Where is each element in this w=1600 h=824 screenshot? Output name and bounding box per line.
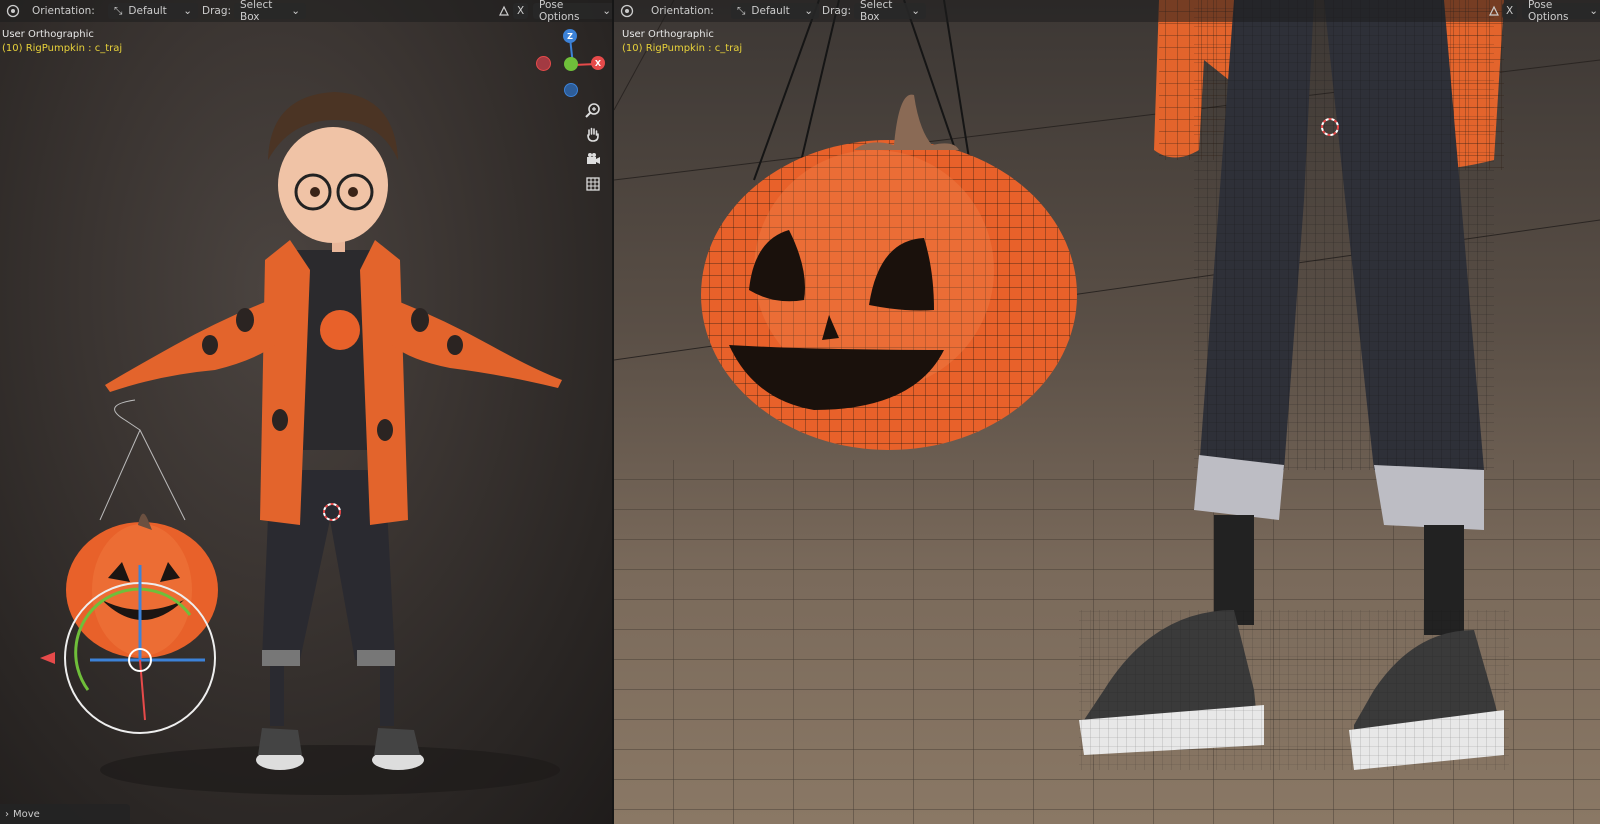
viewport-mode-text: User Orthographic bbox=[2, 29, 94, 40]
orientation-label: Orientation: bbox=[651, 5, 714, 17]
gizmo-y-axis[interactable] bbox=[564, 57, 578, 71]
gizmo-neg-x-axis[interactable] bbox=[536, 56, 551, 71]
chevron-down-icon: ⌄ bbox=[911, 5, 920, 17]
scene-left bbox=[40, 92, 562, 795]
chevron-down-icon: ⌄ bbox=[602, 5, 611, 17]
scene-right bbox=[614, 0, 1600, 824]
transform-orientation-icon: ⤡ bbox=[737, 4, 746, 17]
orientation-label: Orientation: bbox=[32, 5, 95, 17]
mirror-x-toggle[interactable]: X bbox=[1502, 3, 1518, 19]
chevron-right-icon: › bbox=[5, 808, 9, 820]
drag-label: Drag: bbox=[822, 5, 852, 17]
drag-label: Drag: bbox=[202, 5, 232, 17]
gizmo-z-axis[interactable]: Z bbox=[563, 29, 577, 43]
viewport-info: User Orthographic (10) RigPumpkin : c_tr… bbox=[2, 29, 122, 54]
grid-icon[interactable] bbox=[583, 174, 603, 194]
transform-orientation-icon: ⤡ bbox=[114, 4, 123, 17]
orientation-dropdown[interactable]: ⤡ Default ⌄ bbox=[731, 3, 819, 19]
orientation-dropdown[interactable]: ⤡ Default ⌄ bbox=[108, 3, 198, 19]
viewport-header: Orientation: ⤡ Default ⌄ Drag: Select Bo… bbox=[0, 0, 612, 23]
orientation-value: Default bbox=[751, 5, 790, 17]
pose-options-dropdown[interactable]: Pose Options ⌄ bbox=[533, 0, 612, 23]
drag-value: Select Box bbox=[240, 0, 273, 23]
gizmo-x-axis[interactable]: X bbox=[591, 56, 605, 70]
chevron-down-icon: ⌄ bbox=[1589, 5, 1598, 17]
viewport-header: Orientation: ⤡ Default ⌄ Drag: Select Bo… bbox=[614, 0, 1600, 23]
orientation-value: Default bbox=[128, 5, 167, 17]
chevron-down-icon: ⌄ bbox=[804, 5, 813, 17]
editor-type-icon[interactable] bbox=[620, 3, 634, 19]
zoom-icon[interactable] bbox=[583, 100, 603, 120]
hand-pan-icon[interactable] bbox=[583, 124, 603, 144]
pose-options-dropdown[interactable]: Pose Options ⌄ bbox=[1522, 0, 1600, 23]
viewport-info: User Orthographic (10) RigPumpkin : c_tr… bbox=[622, 29, 742, 54]
gizmo-neg-z-axis[interactable] bbox=[564, 83, 578, 97]
operator-panel[interactable]: › Move bbox=[0, 804, 130, 824]
pose-options-label: Pose Options bbox=[539, 0, 580, 23]
navigation-gizmo[interactable]: Z X bbox=[530, 28, 606, 100]
viewport-left[interactable]: Orientation: ⤡ Default ⌄ Drag: Select Bo… bbox=[0, 0, 612, 824]
drag-dropdown[interactable]: Select Box ⌄ bbox=[234, 0, 306, 23]
pose-options-label: Pose Options bbox=[1528, 0, 1569, 23]
active-object-text: (10) RigPumpkin : c_traj bbox=[2, 43, 123, 54]
mirror-x-toggle[interactable]: X bbox=[513, 3, 529, 19]
viewport-right[interactable]: Orientation: ⤡ Default ⌄ Drag: Select Bo… bbox=[614, 0, 1600, 824]
chevron-down-icon: ⌄ bbox=[291, 5, 300, 17]
camera-icon[interactable] bbox=[583, 149, 603, 169]
drag-value: Select Box bbox=[860, 0, 893, 23]
gizmo-toggle-icon[interactable] bbox=[1487, 3, 1501, 19]
active-object-text: (10) RigPumpkin : c_traj bbox=[622, 43, 743, 54]
viewport-mode-text: User Orthographic bbox=[622, 29, 714, 40]
editor-type-icon[interactable] bbox=[6, 3, 20, 19]
operator-panel-label: Move bbox=[13, 808, 40, 820]
drag-dropdown[interactable]: Select Box ⌄ bbox=[854, 0, 926, 23]
gizmo-toggle-icon[interactable] bbox=[497, 3, 511, 19]
chevron-down-icon: ⌄ bbox=[183, 5, 192, 17]
